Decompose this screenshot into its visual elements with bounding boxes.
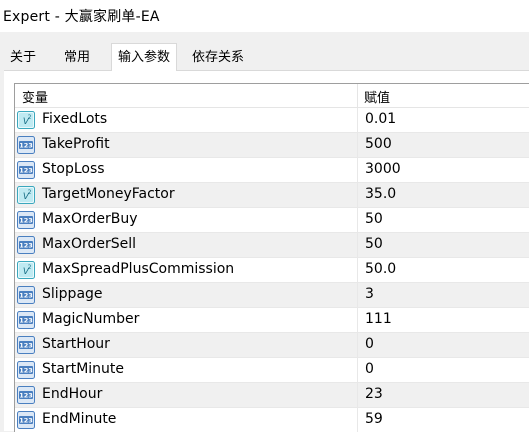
table-row[interactable]: 123 EndMinute 59 [15,408,529,432]
header-value[interactable]: 赋值 [364,87,390,106]
param-name: Slippage [42,286,103,302]
double-value-icon: V2 [17,261,35,279]
table-row[interactable]: V 2 FixedLots 0.01 [15,108,529,133]
table-row[interactable]: 123 MagicNumber 111 [15,308,529,333]
table-row[interactable]: 123 StopLoss 3000 [15,158,529,183]
header-divider[interactable] [357,84,358,107]
param-value[interactable]: 59 [365,411,383,427]
param-name: StartMinute [42,361,125,377]
integer-value-icon: 123 [17,286,35,304]
integer-value-icon: 123 [17,361,35,379]
svg-text:123: 123 [19,242,33,250]
integer-value-icon: 123 [17,211,35,229]
svg-text:2: 2 [28,114,32,121]
column-divider [357,283,358,308]
integer-value-icon: 123 [17,311,35,329]
table-row[interactable]: 123 MaxOrderSell 50 [15,233,529,258]
param-value[interactable]: 50.0 [365,261,396,277]
header-variable[interactable]: 变量 [22,87,48,106]
svg-text:123: 123 [19,392,33,400]
window-title: Expert - 大赢家刷单-EA [3,9,160,25]
column-divider [357,383,358,408]
tab-inputs[interactable]: 输入参数 [111,43,178,71]
inputs-panel: 变量 赋值 V 2 FixedLots 0.01 123 TakeProfit 500 123… [4,70,529,432]
column-divider [357,183,358,208]
param-name: EndHour [42,386,103,402]
svg-text:123: 123 [19,142,33,150]
inputs-table: 变量 赋值 V 2 FixedLots 0.01 123 TakeProfit 500 123… [14,83,529,432]
table-row[interactable]: 123 EndHour 23 [15,383,529,408]
column-divider [357,333,358,358]
param-name: MaxOrderBuy [42,211,138,227]
param-name: TargetMoneyFactor [42,186,175,202]
table-row[interactable]: 123 StartHour 0 [15,333,529,358]
integer-value-icon: 123 [17,236,35,254]
column-divider [357,233,358,258]
param-name: TakeProfit [42,136,110,152]
svg-text:123: 123 [19,417,33,425]
column-divider [357,258,358,283]
param-value[interactable]: 0 [365,361,374,377]
table-row[interactable]: V 2 MaxSpreadPlusCommission 50.0 [15,258,529,283]
table-header: 变量 赋值 [15,84,529,108]
integer-value-icon: 123 [17,136,35,154]
integer-value-icon: 123 [17,411,35,429]
svg-text:123: 123 [19,367,33,375]
param-value[interactable]: 3000 [365,161,401,177]
column-divider [357,358,358,383]
param-name: MaxOrderSell [42,236,137,252]
param-name: MaxSpreadPlusCommission [42,261,235,277]
table-row[interactable]: 123 Slippage 3 [15,283,529,308]
integer-value-icon: 123 [17,386,35,404]
table-row[interactable]: 123 MaxOrderBuy 50 [15,208,529,233]
svg-text:2: 2 [28,264,32,271]
table-row[interactable]: 123 TakeProfit 500 [15,133,529,158]
param-value[interactable]: 50 [365,211,383,227]
param-value[interactable]: 23 [365,386,383,402]
column-divider [357,208,358,233]
svg-text:123: 123 [19,292,33,300]
integer-value-icon: 123 [17,161,35,179]
column-divider [357,408,358,432]
param-value[interactable]: 50 [365,236,383,252]
window-titlebar: Expert - 大赢家刷单-EA [0,0,529,32]
param-value[interactable]: 0.01 [365,111,396,127]
integer-value-icon: 123 [17,336,35,354]
column-divider [357,133,358,158]
param-name: FixedLots [42,111,108,127]
svg-text:2: 2 [28,189,32,196]
param-value[interactable]: 500 [365,136,392,152]
column-divider [357,108,358,133]
svg-text:123: 123 [19,217,33,225]
tab-about[interactable]: 关于 [4,46,42,70]
param-value[interactable]: 111 [365,311,392,327]
param-name: StartHour [42,336,110,352]
column-divider [357,158,358,183]
table-row[interactable]: 123 StartMinute 0 [15,358,529,383]
tab-common[interactable]: 常用 [58,46,96,70]
double-value-icon: V2 [17,186,35,204]
svg-text:123: 123 [19,167,33,175]
column-divider [357,308,358,333]
param-value[interactable]: 0 [365,336,374,352]
table-row[interactable]: V 2 TargetMoneyFactor 35.0 [15,183,529,208]
param-name: EndMinute [42,411,117,427]
svg-text:123: 123 [19,317,33,325]
svg-text:123: 123 [19,342,33,350]
param-name: MagicNumber [42,311,140,327]
tab-dependencies[interactable]: 依存关系 [186,46,250,70]
tab-strip: 关于 常用 输入参数 依存关系 [0,43,529,71]
param-value[interactable]: 3 [365,286,374,302]
param-name: StopLoss [42,161,105,177]
double-value-icon: V2 [17,111,35,129]
param-value[interactable]: 35.0 [365,186,396,202]
